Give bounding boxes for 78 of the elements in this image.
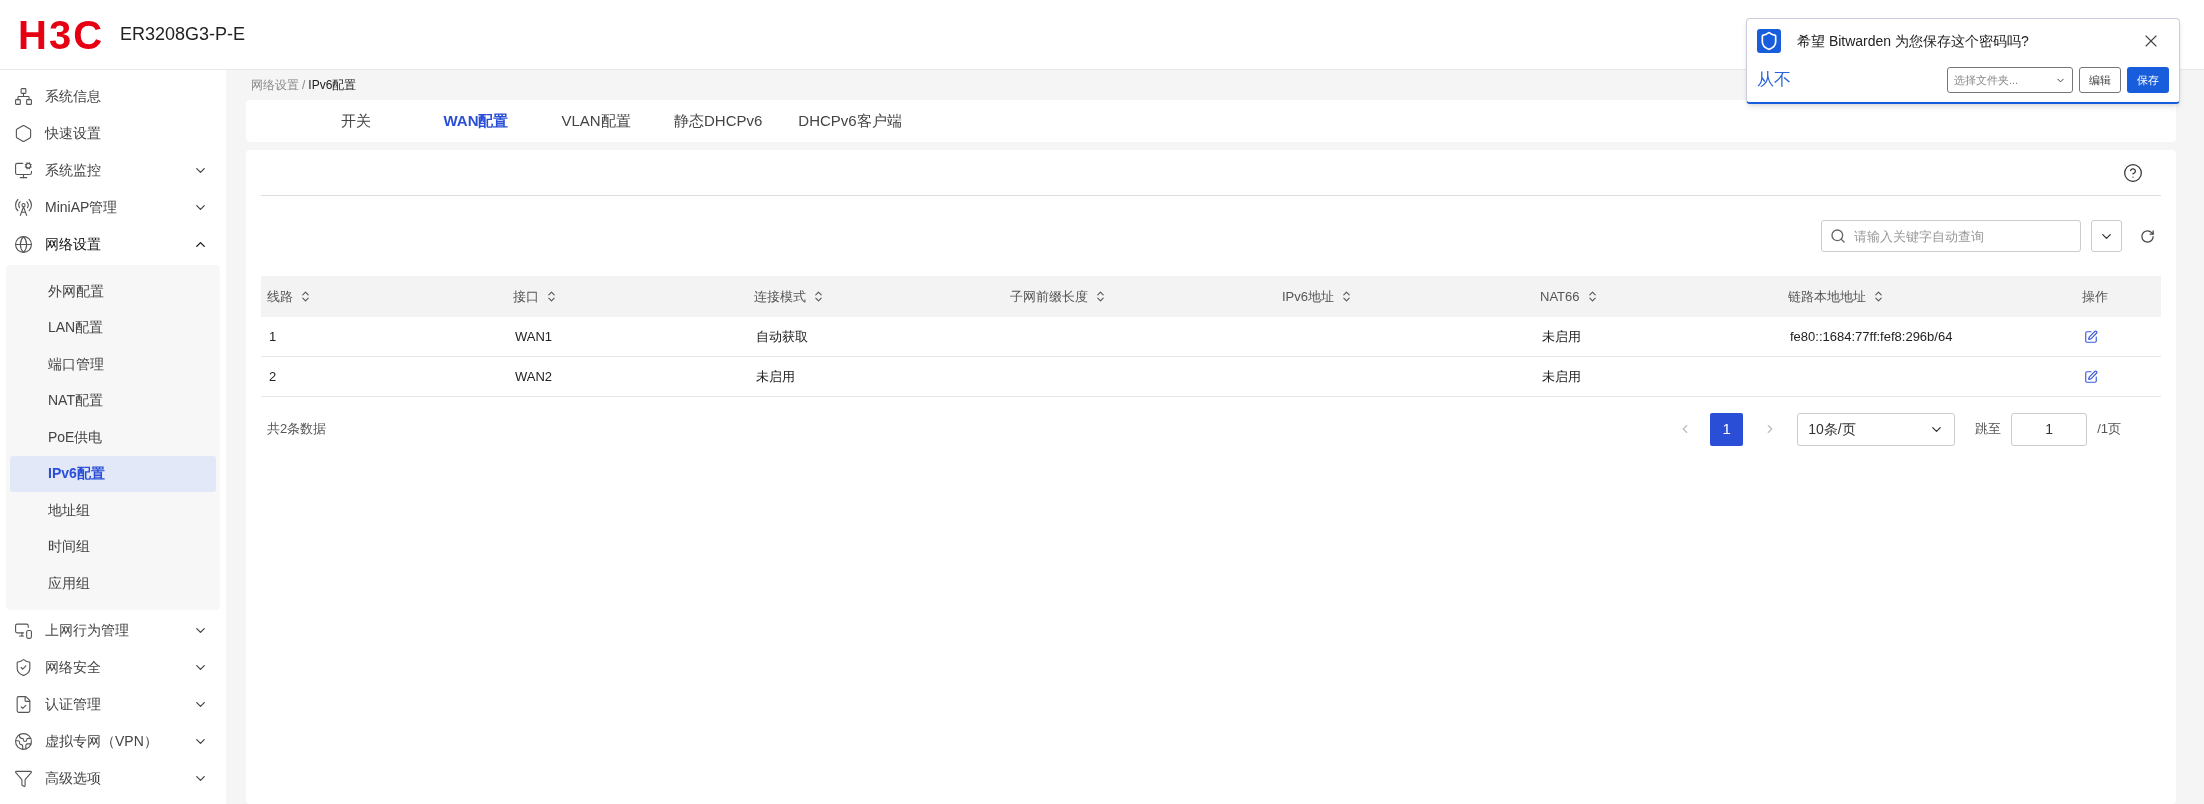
brand-logo: H3C xyxy=(18,14,105,55)
edit-icon[interactable] xyxy=(2084,329,2098,344)
submenu-item[interactable]: NAT配置 xyxy=(10,382,216,419)
document-check-icon xyxy=(14,694,33,714)
submenu-item[interactable]: 应用组 xyxy=(10,565,216,602)
submenu-item[interactable]: IPv6配置 xyxy=(10,455,216,492)
help-icon[interactable] xyxy=(2123,162,2143,183)
globe-icon xyxy=(14,731,33,751)
table-cell: 未启用 xyxy=(1542,328,1581,344)
table-cell: 2 xyxy=(269,368,277,384)
table-cell: 未启用 xyxy=(1542,368,1581,384)
popup-title: 希望 Bitwarden 为您保存这个密码吗? xyxy=(1797,31,2030,51)
page-button[interactable]: 1 xyxy=(1710,412,1744,446)
sidebar-item[interactable]: 网络设置 xyxy=(0,226,226,263)
tab[interactable]: 开关 xyxy=(296,100,416,142)
globe-icon xyxy=(14,235,33,254)
sidebar-item[interactable]: 系统监控 xyxy=(0,152,226,189)
hexagon-icon xyxy=(14,124,33,143)
column-header[interactable]: IPv6地址 xyxy=(1282,286,1334,307)
breadcrumb-item: IPv6配置 xyxy=(308,77,357,94)
sort-icon[interactable] xyxy=(1094,290,1107,303)
table-cell: 未启用 xyxy=(756,368,795,384)
tab[interactable]: DHCPv6客户端 xyxy=(780,100,920,142)
page-size-select[interactable]: 10条/页 xyxy=(1797,412,1956,446)
never-link[interactable]: 从不 xyxy=(1757,67,1947,93)
total-pages: /1页 xyxy=(2097,420,2121,439)
column-header[interactable]: 线路 xyxy=(267,286,293,307)
device-model: ER3208G3-P-E xyxy=(120,23,246,46)
column-header[interactable]: 接口 xyxy=(513,286,539,307)
submenu-item[interactable]: PoE供电 xyxy=(10,419,216,456)
submenu-item[interactable]: 地址组 xyxy=(10,492,216,529)
sidebar-item[interactable]: 上网行为管理 xyxy=(0,611,226,649)
jump-label: 跳至 xyxy=(1975,420,2002,439)
save-button[interactable]: 保存 xyxy=(2127,67,2169,93)
refresh-icon[interactable] xyxy=(2140,228,2155,244)
edit-button[interactable]: 编辑 xyxy=(2079,67,2121,93)
submenu-item[interactable]: 外网配置 xyxy=(10,273,216,310)
submenu-item[interactable]: LAN配置 xyxy=(10,309,216,346)
monitor-icon xyxy=(14,161,33,180)
search-icon xyxy=(1830,228,1846,244)
column-header: 操作 xyxy=(2082,287,2108,306)
table-cell: WAN1 xyxy=(515,328,553,344)
table-cell: 1 xyxy=(269,328,277,344)
sort-icon[interactable] xyxy=(545,290,558,303)
column-header[interactable]: 链路本地地址 xyxy=(1788,286,1866,307)
page-input[interactable]: 1 xyxy=(2011,412,2088,446)
column-header[interactable]: 连接模式 xyxy=(754,286,806,307)
sort-icon[interactable] xyxy=(299,290,312,303)
sidebar-item[interactable]: MiniAP管理 xyxy=(0,189,226,226)
sidebar-item[interactable]: 快速设置 xyxy=(0,115,226,152)
submenu-item[interactable]: 时间组 xyxy=(10,528,216,565)
network-icon xyxy=(14,87,33,106)
total-count: 共2条数据 xyxy=(267,420,328,439)
table-cell: WAN2 xyxy=(515,368,553,384)
sidebar-item[interactable]: 认证管理 xyxy=(0,685,226,723)
column-header[interactable]: 子网前缀长度 xyxy=(1010,286,1088,307)
edit-icon[interactable] xyxy=(2084,369,2098,384)
sort-icon[interactable] xyxy=(812,290,825,303)
breadcrumb-separator: / xyxy=(302,77,306,94)
folder-select[interactable]: 选择文件夹... xyxy=(1947,67,2073,93)
shield-logo-icon xyxy=(1757,29,1781,53)
sidebar-item[interactable]: 虚拟专网（VPN） xyxy=(0,722,226,760)
tab[interactable]: VLAN配置 xyxy=(536,100,656,142)
antenna-icon xyxy=(14,198,33,217)
sidebar-item[interactable]: 系统信息 xyxy=(0,78,226,115)
filter-icon xyxy=(14,768,33,788)
sort-icon[interactable] xyxy=(1872,290,1885,303)
sort-icon[interactable] xyxy=(1340,290,1353,303)
sidebar-item[interactable]: 高级选项 xyxy=(0,759,226,797)
table-cell: fe80::1684:77ff:fef8:296b/64 xyxy=(1790,328,1953,344)
table-cell: 自动获取 xyxy=(756,328,808,344)
tab[interactable]: 静态DHCPv6 xyxy=(656,100,781,142)
submenu-item[interactable]: 端口管理 xyxy=(10,346,216,383)
tab[interactable]: WAN配置 xyxy=(416,100,536,142)
sidebar-item[interactable]: 网络安全 xyxy=(0,648,226,686)
search-field[interactable]: 请输入关键字自动查询 xyxy=(1821,220,2081,252)
column-header[interactable]: NAT66 xyxy=(1540,286,1580,307)
shield-icon xyxy=(14,657,33,677)
